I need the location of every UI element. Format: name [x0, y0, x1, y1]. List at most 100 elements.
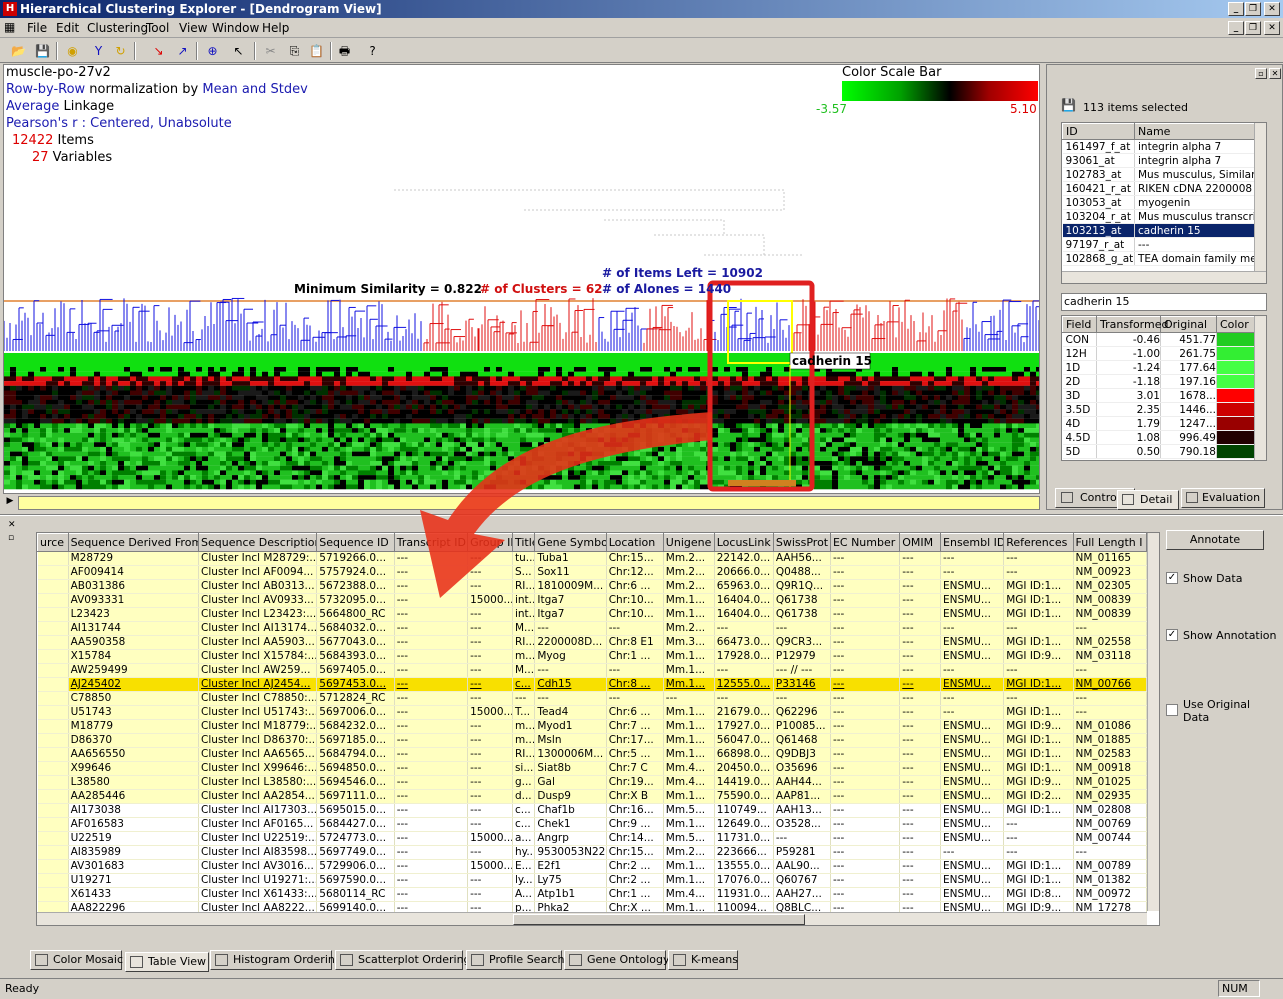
annotate-button[interactable]: Annotate — [1166, 530, 1264, 550]
detail-table[interactable]: Field Transformed Original Color CON -0.4… — [1061, 315, 1267, 461]
tab-color-mosaic[interactable]: Color Mosaic — [30, 950, 123, 970]
column-header[interactable]: EC Number — [829, 533, 901, 552]
show-data-checkbox[interactable]: ✓ — [1166, 572, 1178, 584]
table-row[interactable]: AW259499 Cluster Incl AW259... 5697405.0..… — [37, 663, 1148, 678]
detail-row[interactable]: 1D -1.24 177.64 — [1062, 360, 1255, 375]
detail-header-color[interactable]: Color — [1216, 316, 1255, 333]
column-header[interactable]: Location — [605, 533, 664, 552]
table-row[interactable]: AA285446 Cluster Incl AA2854... 5697111.0.… — [37, 789, 1148, 804]
column-header[interactable]: Sequence ID — [316, 533, 395, 552]
close-button[interactable]: ✕ — [1264, 2, 1280, 16]
annotation-table[interactable]: urce Sequence Derived From Sequence Descri… — [36, 532, 1160, 926]
dendrogram-canvas[interactable] — [4, 175, 1040, 494]
detail-row[interactable]: 3D 3.01 1678... — [1062, 388, 1255, 403]
zoom-fit-icon[interactable]: ⊕ — [202, 41, 223, 61]
selected-item-row[interactable]: 103204_r_at Mus musculus transcrib — [1062, 209, 1255, 224]
column-header[interactable]: urce — [37, 533, 69, 552]
list-hscrollbar[interactable] — [1062, 271, 1266, 283]
column-header[interactable]: Title — [511, 533, 536, 552]
table-row[interactable]: AA590358 Cluster Incl AA5903... 5677043.0.… — [37, 635, 1148, 650]
selected-items-list[interactable]: ID Name 161497_f_at integrin alpha 7 93061_… — [1061, 122, 1267, 284]
bottom-panel-restore-button[interactable]: ▫ — [8, 533, 20, 544]
tab-gene-ontology[interactable]: Gene Ontology — [564, 950, 669, 970]
table-row[interactable]: D86370 Cluster Incl D86370:... 5697185.0..… — [37, 733, 1148, 748]
column-header[interactable]: References — [1003, 533, 1074, 552]
print-icon[interactable]: 🖶 — [334, 41, 355, 61]
menu-edit[interactable]: Edit — [56, 21, 79, 35]
table-row[interactable]: L23423 Cluster Incl L23423:... 5664800_RC -… — [37, 607, 1148, 622]
selected-item-row[interactable]: 103053_at myogenin — [1062, 195, 1255, 210]
arrow-blue-icon[interactable]: ↗ — [172, 41, 193, 61]
table-row[interactable]: L38580 Cluster Incl L38580:... 5694546.0..… — [37, 775, 1148, 790]
selected-item-row[interactable]: 161497_f_at integrin alpha 7 — [1062, 139, 1255, 154]
column-header[interactable]: Sequence Derived From — [67, 533, 200, 552]
copy-icon[interactable]: ⎘ — [284, 41, 305, 61]
menu-tool[interactable]: Tool — [146, 21, 169, 35]
selected-table-row[interactable]: AJ245402 Cluster Incl AJ2454... 5697453.0.… — [37, 677, 1148, 692]
table-row[interactable]: X15784 Cluster Incl X15784:... 5684393.0..… — [37, 649, 1148, 664]
cut-icon[interactable]: ✂ — [260, 41, 281, 61]
table-row[interactable]: AV301683 Cluster Incl AV3016... 5729906.0.… — [37, 859, 1148, 874]
table-grid[interactable]: urce Sequence Derived From Sequence Descri… — [37, 533, 1148, 925]
column-header[interactable]: SwissProt — [772, 533, 831, 552]
refresh-icon[interactable]: ↻ — [110, 41, 131, 61]
detail-row[interactable]: 2D -1.18 197.16 — [1062, 374, 1255, 389]
tab-evaluation[interactable]: Evaluation — [1181, 488, 1265, 508]
table-row[interactable]: U51743 Cluster Incl U51743:... 5697006.0..… — [37, 705, 1148, 720]
tab-histogram-ordering[interactable]: Histogram Ordering — [210, 950, 342, 970]
selected-item-row[interactable]: 103213_at cadherin 15 — [1062, 223, 1255, 238]
menu-help[interactable]: Help — [262, 21, 289, 35]
panel-restore-button[interactable]: ▫ — [1255, 68, 1267, 79]
table-vscrollbar[interactable] — [1147, 533, 1159, 911]
column-header[interactable]: Full Length I — [1072, 533, 1148, 552]
tab-detail[interactable]: Detail — [1117, 490, 1179, 510]
tab-k-means[interactable]: K-means — [668, 950, 738, 970]
tab-scatterplot-ordering[interactable]: Scatterplot Ordering — [335, 950, 471, 970]
detail-header-transformed[interactable]: Transformed — [1096, 316, 1168, 333]
column-header[interactable]: Unigene — [662, 533, 715, 552]
table-row[interactable]: M28729 Cluster Incl M28729:... 5719266.0..… — [37, 551, 1148, 566]
table-hscroll-thumb[interactable] — [513, 914, 805, 925]
table-row[interactable]: AB031386 Cluster Incl AB0313... 5672388.0.… — [37, 579, 1148, 594]
table-row[interactable]: AF009414 Cluster Incl AF0094... 5757924.0.… — [37, 565, 1148, 580]
detail-row[interactable]: 12H -1.00 261.75 — [1062, 346, 1255, 361]
arrow-red-icon[interactable]: ↘ — [148, 41, 169, 61]
column-header[interactable]: Gene Symbol — [534, 533, 607, 552]
table-hscrollbar[interactable] — [37, 912, 1147, 925]
detail-vscrollbar[interactable] — [1254, 316, 1266, 460]
tab-table-view[interactable]: Table View — [125, 952, 209, 972]
panel-close-button[interactable]: ✕ — [1269, 68, 1281, 79]
folder-open-icon[interactable]: 📂 — [8, 41, 29, 61]
app-icon[interactable]: H — [3, 2, 17, 16]
show-annotation-checkbox[interactable]: ✓ — [1166, 629, 1178, 641]
similarity-slider[interactable] — [18, 496, 1040, 510]
detail-row[interactable]: 4D 1.79 1247... — [1062, 416, 1255, 431]
select-icon[interactable]: ↖ — [228, 41, 249, 61]
detail-row[interactable]: CON -0.46 451.77 — [1062, 332, 1255, 347]
column-header[interactable]: Ensembl ID — [940, 533, 1005, 552]
selected-item-row[interactable]: 97197_r_at --- — [1062, 237, 1255, 252]
dendrogram-view[interactable]: muscle-po-27v2 Row-by-Row normalization … — [3, 64, 1040, 494]
detail-header-original[interactable]: Original — [1160, 316, 1217, 333]
maximize-button[interactable]: ❐ — [1245, 2, 1261, 16]
mdi-minimize-button[interactable]: _ — [1228, 21, 1244, 35]
tab-profile-search[interactable]: Profile Search — [466, 950, 565, 970]
table-row[interactable]: AI131744 Cluster Incl AI13174... 5684032.0… — [37, 621, 1148, 636]
save-icon[interactable]: 💾 — [32, 41, 53, 61]
paste-icon[interactable]: 📋 — [306, 41, 327, 61]
menu-window[interactable]: Window — [212, 21, 259, 35]
column-header[interactable]: OMIM — [899, 533, 942, 552]
list-vscrollbar[interactable] — [1254, 123, 1266, 271]
column-header[interactable]: Group ID — [467, 533, 513, 552]
mdi-icon[interactable]: ▦ — [4, 20, 20, 34]
detail-row[interactable]: 4.5D 1.08 996.49 — [1062, 430, 1255, 445]
save-selection-icon[interactable]: 💾 — [1061, 98, 1077, 114]
slider-left-arrow[interactable]: ▶ — [3, 496, 17, 510]
list-header-id[interactable]: ID — [1062, 123, 1135, 140]
selected-item-row[interactable]: 160421_r_at RIKEN cDNA 2200008 — [1062, 181, 1255, 196]
cluster-icon[interactable]: ◉ — [62, 41, 83, 61]
detail-row[interactable]: 3.5D 2.35 1446... — [1062, 402, 1255, 417]
table-row[interactable]: AI173038 Cluster Incl AI17303... 5695015.0… — [37, 803, 1148, 818]
menu-view[interactable]: View — [179, 21, 207, 35]
table-row[interactable]: AF016583 Cluster Incl AF0165... 5684427.0.… — [37, 817, 1148, 832]
